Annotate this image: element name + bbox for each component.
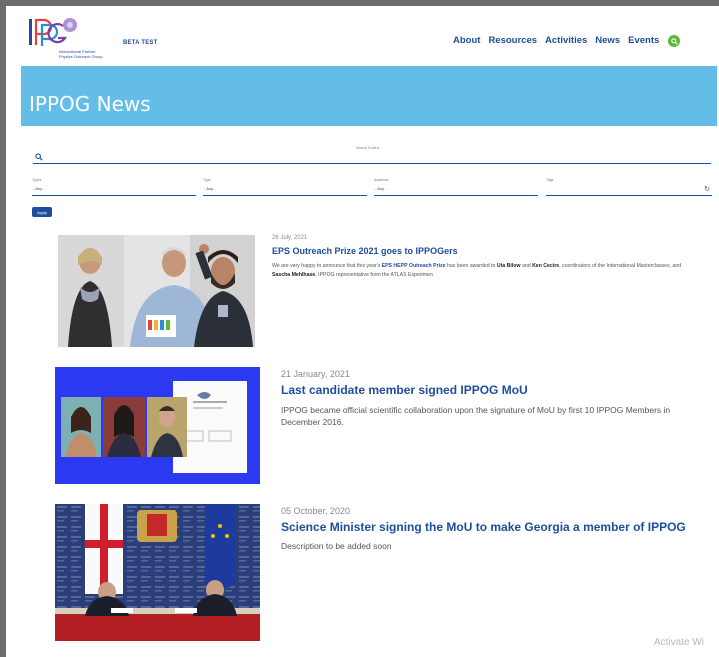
news-description: IPPOG became official scientific collabo… <box>281 405 671 427</box>
nav-activities[interactable]: Activities <box>545 35 587 46</box>
filter-audience[interactable]: Audience - Any - <box>374 178 538 196</box>
filter-type[interactable]: Type - Any - <box>203 178 367 196</box>
search-label: Search Fulltext <box>356 146 380 150</box>
nav-resources[interactable]: Resources <box>488 35 537 46</box>
header-search-button[interactable] <box>668 35 680 47</box>
filter-types[interactable]: Types - Any - <box>32 178 196 196</box>
filter-audience-label: Audience <box>374 178 389 182</box>
main-nav: About Resources Activities News Events <box>453 35 659 46</box>
news-image-mou[interactable] <box>55 367 260 484</box>
filter-audience-value: - Any - <box>375 186 387 191</box>
news-description: We are very happy to announce that this … <box>272 262 692 279</box>
filter-bar: Types - Any - Type - Any - Audience - An… <box>32 178 712 196</box>
logo-caption: International Particle Physics Outreach … <box>59 49 103 59</box>
news-date: 05 October, 2020 <box>281 506 351 516</box>
search-input[interactable] <box>33 151 711 164</box>
news-description-part: , coordinators of the International Mast… <box>559 263 682 269</box>
news-date: 21 January, 2021 <box>281 369 350 379</box>
page-title: IPPOG News <box>29 92 151 116</box>
search-icon <box>35 153 43 161</box>
news-image-georgia[interactable] <box>55 504 260 641</box>
ippog-logo[interactable] <box>27 16 81 52</box>
news-title[interactable]: Science Minister signing the MoU to make… <box>281 520 686 534</box>
nav-news[interactable]: News <box>595 35 620 46</box>
nav-events[interactable]: Events <box>628 35 659 46</box>
search-icon <box>670 37 678 45</box>
refresh-icon[interactable]: ↻ <box>704 185 710 193</box>
news-description-part: and <box>520 263 533 269</box>
filter-tags-label: Tags <box>546 178 554 182</box>
news-description-part: , IPPOG representative from the ATLAS Ex… <box>315 271 433 278</box>
page-banner: IPPOG News <box>21 66 717 126</box>
filter-types-value: - Any - <box>33 186 45 191</box>
news-image-eps-prize[interactable] <box>58 235 255 347</box>
news-description-part: Uta Bilow <box>496 263 521 269</box>
activate-windows-watermark: Activate Wi <box>654 637 705 648</box>
site-header: International Particle Physics Outreach … <box>21 10 717 66</box>
filter-type-label: Type <box>203 178 211 182</box>
filter-tags[interactable]: Tags ↻ <box>546 178 712 196</box>
apply-button[interactable]: Apply <box>32 207 52 217</box>
news-title[interactable]: Last candidate member signed IPPOG MoU <box>281 383 528 397</box>
beta-label: BETA TEST <box>123 40 158 46</box>
news-description-part: We are very happy to announce that this … <box>272 263 382 269</box>
filter-types-label: Types <box>32 178 42 182</box>
filter-type-value: - Any - <box>204 186 216 191</box>
news-description-part: has been awarded to <box>445 263 497 269</box>
news-description-part[interactable]: EPS HEPP Outreach Prize <box>382 263 446 269</box>
news-description: Description to be added soon <box>281 541 392 551</box>
nav-about[interactable]: About <box>453 35 480 46</box>
news-description-part: Sascha Mehlhase <box>272 271 316 278</box>
news-title[interactable]: EPS Outreach Prize 2021 goes to IPPOGers <box>272 246 458 256</box>
news-date: 26 July, 2021 <box>272 235 308 241</box>
news-description-part: Ken Cecire <box>532 263 560 269</box>
